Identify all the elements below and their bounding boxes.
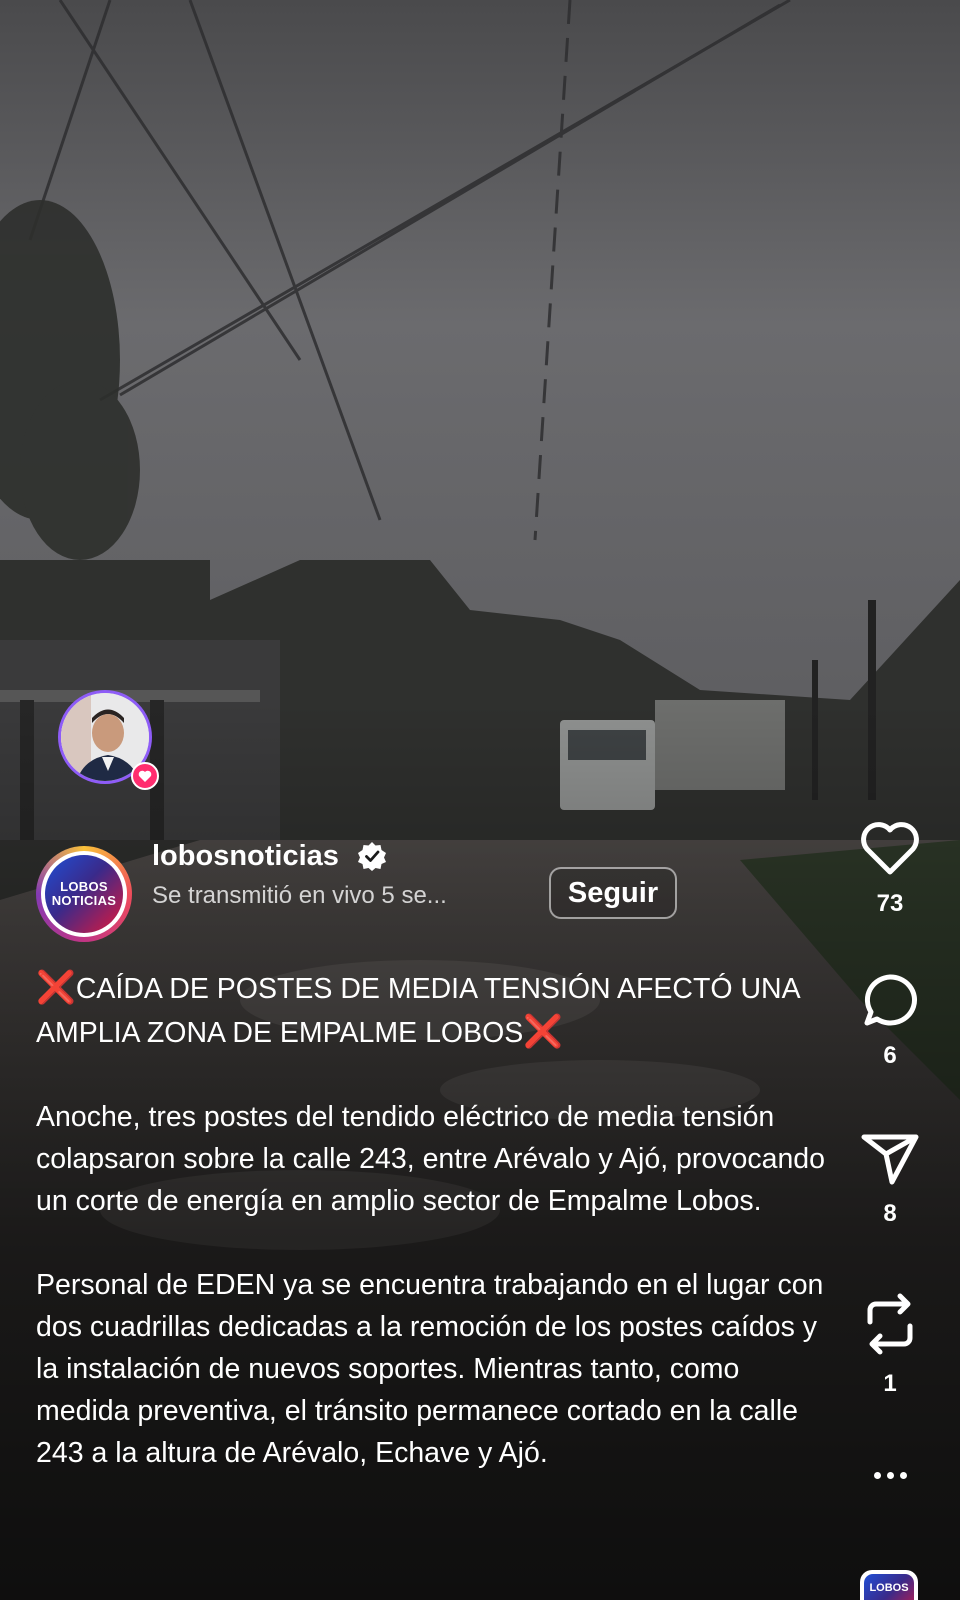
caption-paragraph-1: Anoche, tres postes del tendido eléctric…: [36, 1101, 825, 1217]
paper-plane-icon[interactable]: [859, 1132, 921, 1186]
audio-thumbnail[interactable]: LOBOS: [860, 1570, 918, 1600]
logo-text-line2: NOTICIAS: [51, 893, 117, 908]
cross-mark-icon: ❌: [523, 1013, 564, 1049]
repost-action[interactable]: 1: [830, 1292, 950, 1398]
post-author-row: LOBOS NOTICIAS lobosnoticias Se transmit…: [36, 840, 696, 946]
profile-avatar[interactable]: LOBOS NOTICIAS: [36, 846, 132, 942]
caption-paragraph-2: Personal de EDEN ya se encuentra trabaja…: [36, 1269, 824, 1469]
repost-icon[interactable]: [862, 1292, 918, 1356]
heart-icon[interactable]: [859, 820, 921, 876]
heart-badge-icon: [131, 762, 159, 790]
verified-badge-icon: [358, 842, 386, 871]
caption-headline-text: CAÍDA DE POSTES DE MEDIA TENSIÓN AFECTÓ …: [36, 973, 800, 1049]
audio-thumbnail-label: LOBOS: [864, 1574, 914, 1600]
share-count: 8: [883, 1200, 897, 1227]
comment-count: 6: [883, 1042, 897, 1069]
more-dots-icon[interactable]: [835, 1460, 945, 1490]
repost-count: 1: [883, 1370, 897, 1397]
post-caption[interactable]: ❌CAÍDA DE POSTES DE MEDIA TENSIÓN AFECTÓ…: [36, 966, 826, 1516]
lobos-noticias-logo: LOBOS NOTICIAS: [45, 855, 123, 933]
comment-bubble-icon[interactable]: [861, 972, 919, 1028]
follow-button[interactable]: Seguir: [549, 867, 677, 919]
username-link[interactable]: lobosnoticias: [152, 840, 339, 873]
logo-text-line1: LOBOS: [60, 879, 108, 894]
cross-mark-icon: ❌: [36, 969, 76, 1005]
reel-viewer: LOBOS NOTICIAS lobosnoticias Se transmit…: [0, 0, 960, 1600]
comment-action[interactable]: 6: [830, 972, 950, 1070]
like-action[interactable]: 73: [830, 820, 950, 918]
caption-headline: ❌CAÍDA DE POSTES DE MEDIA TENSIÓN AFECTÓ…: [36, 966, 826, 1054]
share-action[interactable]: 8: [830, 1132, 950, 1228]
live-status-subtitle[interactable]: Se transmitió en vivo 5 se...: [152, 882, 447, 910]
like-count: 73: [876, 890, 904, 917]
